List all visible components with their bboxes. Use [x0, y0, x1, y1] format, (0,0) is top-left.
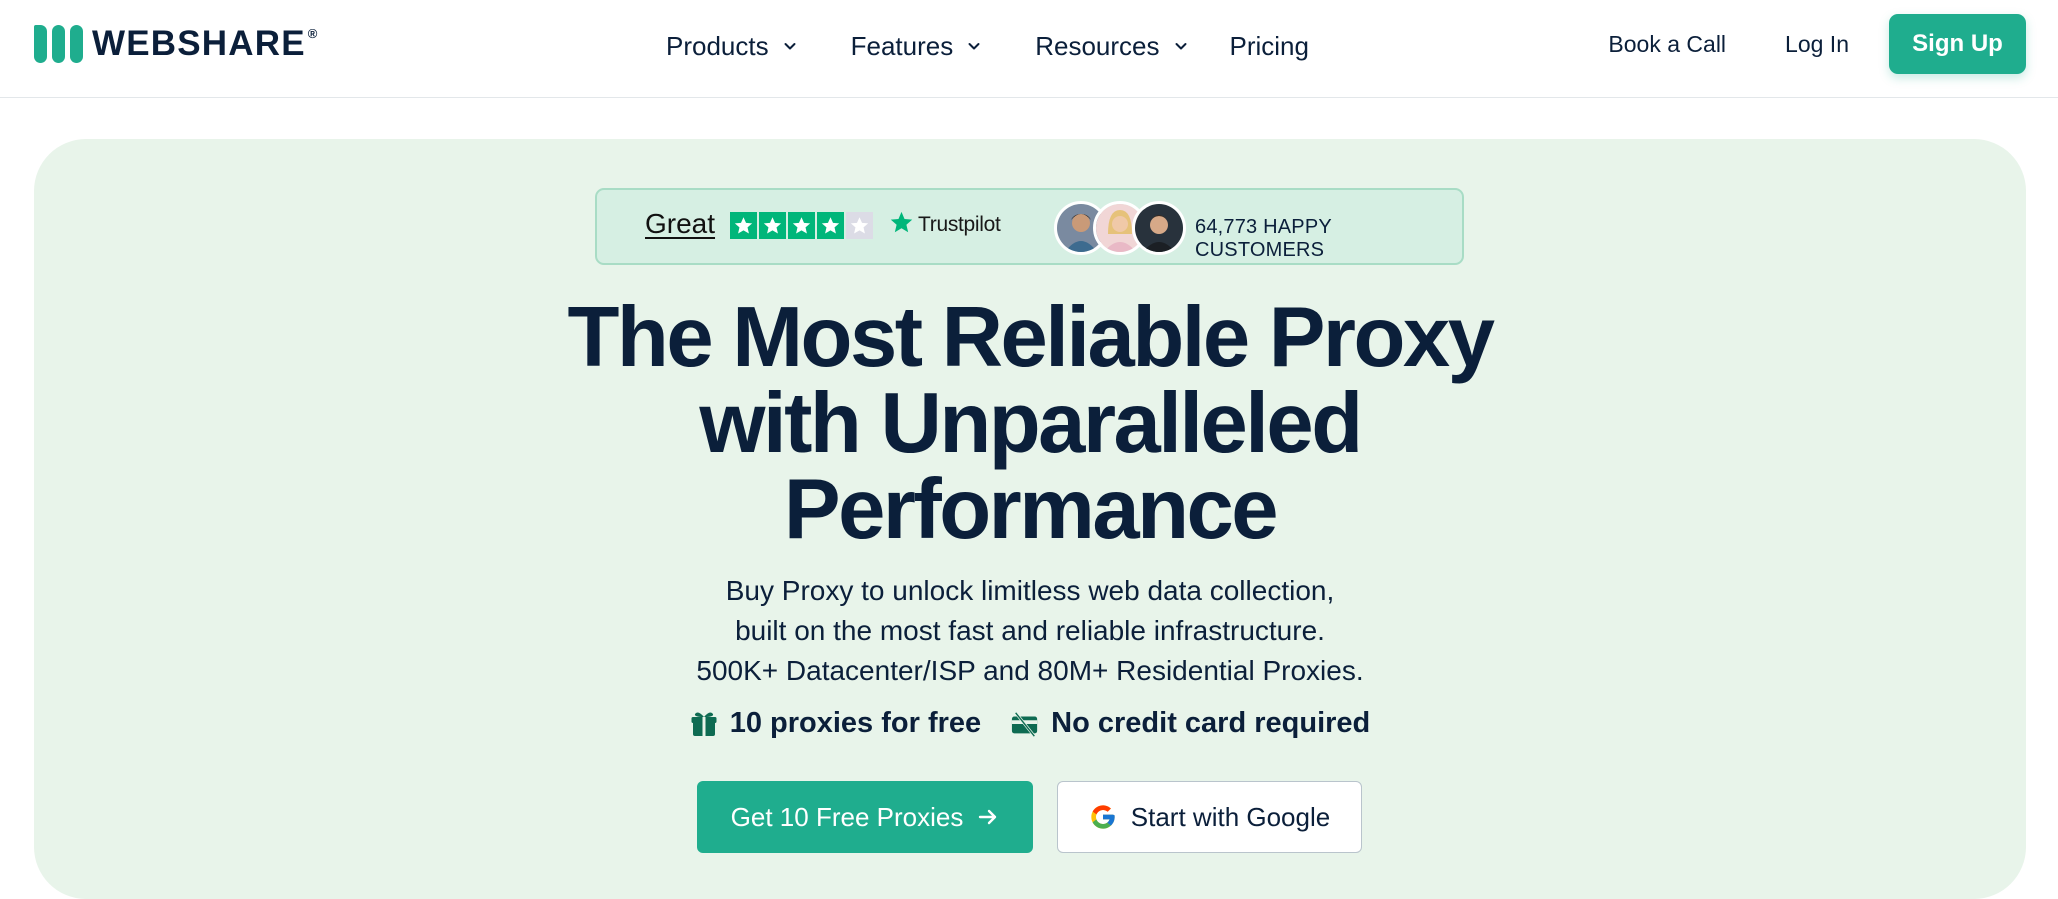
- menu-pricing[interactable]: Pricing: [1230, 31, 1309, 62]
- chevron-down-icon: [967, 39, 981, 53]
- chevron-down-icon: [783, 39, 797, 53]
- subtitle-line: Buy Proxy to unlock limitless web data c…: [725, 575, 1335, 606]
- headline-line: with Unparalleled: [699, 376, 1363, 471]
- hero-ctas: Get 10 Free Proxies Start with Google: [697, 781, 1362, 853]
- perk-label: 10 proxies for free: [729, 707, 982, 739]
- star-filled-icon: [759, 212, 786, 239]
- hero-section: Great Trustpilot 64,773 HAPPY CUSTOMERS: [34, 139, 2026, 899]
- main-menu: Products Features Resources Pricing: [666, 26, 1309, 66]
- star-filled-icon: [817, 212, 844, 239]
- menu-resources-label: Resources: [1035, 30, 1160, 61]
- trustpilot-banner[interactable]: Great Trustpilot 64,773 HAPPY CUSTOMERS: [595, 188, 1464, 265]
- menu-products[interactable]: Products: [666, 31, 797, 62]
- nav-actions: Book a Call Log In Sign Up: [1608, 14, 2026, 74]
- start-with-google-button[interactable]: Start with Google: [1057, 781, 1362, 853]
- star-empty-icon: [846, 212, 873, 239]
- menu-resources[interactable]: Resources: [1035, 31, 1187, 62]
- subtitle-line: built on the most fast and reliable infr…: [735, 615, 1325, 646]
- hero-subtitle: Buy Proxy to unlock limitless web data c…: [34, 571, 2026, 691]
- headline-line: Performance: [783, 462, 1279, 557]
- google-icon: [1089, 803, 1117, 831]
- avatar: [1132, 201, 1186, 255]
- top-navbar: WEBSHARE ® Products Features Resources Pr…: [0, 0, 2058, 98]
- menu-features-label: Features: [850, 30, 954, 61]
- trustpilot-stars: [730, 212, 873, 239]
- logo-text: WEBSHARE ®: [92, 24, 319, 63]
- gift-icon: [690, 710, 718, 738]
- subtitle-line: 500K+ Datacenter/ISP and 80M+ Residentia…: [696, 655, 1364, 686]
- logo-mark-icon: [34, 25, 83, 63]
- cta-primary-label: Get 10 Free Proxies: [730, 801, 964, 832]
- hero-headline: The Most Reliable Proxy with Unparallele…: [34, 295, 2026, 553]
- menu-products-label: Products: [666, 30, 769, 61]
- customer-avatars: [1054, 201, 1186, 255]
- book-a-call-link[interactable]: Book a Call: [1608, 31, 1726, 58]
- menu-features[interactable]: Features: [851, 31, 982, 62]
- no-credit-card-icon: [1011, 710, 1039, 738]
- trustpilot-logo[interactable]: Trustpilot: [889, 210, 1001, 240]
- perk-free-proxies: 10 proxies for free: [690, 707, 981, 740]
- menu-pricing-label: Pricing: [1229, 30, 1309, 61]
- hero-perks: 10 proxies for free No credit card requi…: [34, 707, 2026, 740]
- rating-word[interactable]: Great: [645, 208, 715, 240]
- perk-label: No credit card required: [1051, 707, 1371, 739]
- headline-line: The Most Reliable Proxy: [567, 290, 1495, 385]
- trustpilot-label: Trustpilot: [918, 213, 1001, 236]
- star-filled-icon: [730, 212, 757, 239]
- cta-google-label: Start with Google: [1130, 801, 1331, 832]
- log-in-link[interactable]: Log In: [1785, 31, 1849, 58]
- happy-customers-count: 64,773 HAPPY CUSTOMERS: [1195, 216, 1332, 261]
- sign-up-button[interactable]: Sign Up: [1889, 14, 2026, 74]
- get-free-proxies-button[interactable]: Get 10 Free Proxies: [697, 781, 1033, 853]
- star-filled-icon: [788, 212, 815, 239]
- chevron-down-icon: [1174, 39, 1188, 53]
- webshare-logo[interactable]: WEBSHARE ®: [34, 24, 319, 64]
- perk-no-credit-card: No credit card required: [1011, 707, 1370, 740]
- trustpilot-star-icon: [889, 210, 914, 240]
- arrow-right-icon: [977, 806, 999, 828]
